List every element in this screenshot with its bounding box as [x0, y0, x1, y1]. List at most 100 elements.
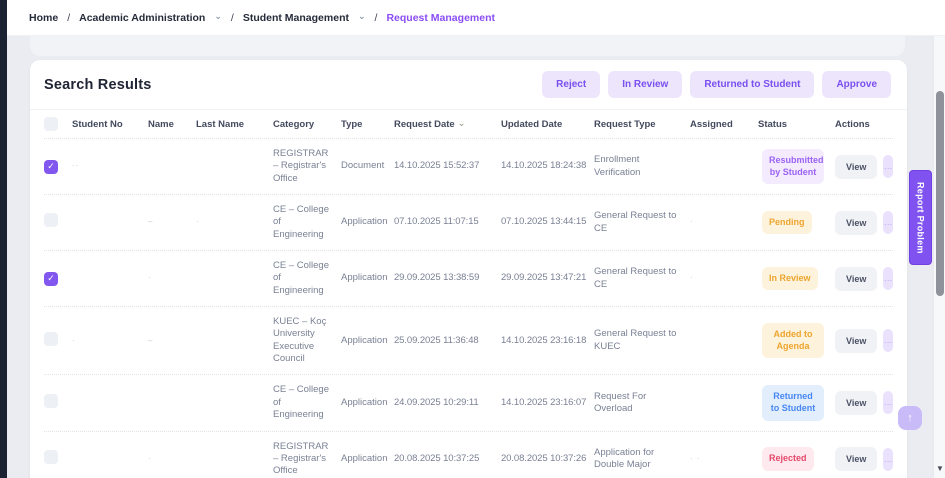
col-name[interactable]: Name: [148, 119, 196, 130]
status-badge: Pending: [762, 211, 812, 235]
cell-category: REGISTRAR – Registrar's Office: [273, 441, 341, 478]
breadcrumb-separator: /: [67, 12, 70, 24]
more-actions-button[interactable]: …: [883, 155, 893, 178]
col-type[interactable]: Type: [341, 119, 394, 130]
more-actions-button[interactable]: …: [883, 267, 893, 290]
card-header: Search Results RejectIn ReviewReturned t…: [30, 60, 907, 110]
cell-category: CE – College of Engineering: [273, 204, 341, 241]
cell-type: Application: [341, 397, 394, 409]
scrollbar-down-arrow[interactable]: ▼: [934, 464, 945, 473]
cell-updated-date: 14.10.2025 23:16:07: [501, 397, 594, 409]
row-checkbox[interactable]: [44, 332, 58, 346]
cell-actions: View …: [835, 447, 893, 471]
cell-assigned: ·: [690, 273, 758, 283]
cell-updated-date: 07.10.2025 13:44:15: [501, 216, 594, 228]
col-label: Request Type: [594, 119, 656, 130]
breadcrumb-bar: Home / Academic Administration ⌄ / Student Ma…: [7, 0, 945, 36]
cell-last-name: ·: [196, 217, 273, 227]
table-row: – · CE – College of Engineering Applicat…: [44, 194, 893, 250]
in-review-button[interactable]: In Review: [608, 71, 682, 98]
more-actions-button[interactable]: …: [883, 211, 893, 234]
cell-status: Resubmitted by Student: [758, 149, 835, 184]
cell-name: ·: [148, 454, 196, 464]
cell-type: Application: [341, 216, 394, 228]
row-checkbox[interactable]: [44, 394, 58, 408]
cell-student-no: ··: [72, 161, 148, 171]
view-button[interactable]: View: [835, 447, 877, 471]
search-results-card: Search Results RejectIn ReviewReturned t…: [30, 60, 907, 478]
view-button[interactable]: View: [835, 391, 877, 415]
row-checkbox[interactable]: [44, 450, 58, 464]
breadcrumb-item-academic-administration[interactable]: Academic Administration: [79, 12, 205, 24]
breadcrumb-separator: /: [231, 12, 234, 24]
status-badge: In Review: [762, 267, 818, 291]
row-checkbox[interactable]: [44, 213, 58, 227]
cell-status: Added to Agenda: [758, 323, 835, 358]
col-updated-date[interactable]: Updated Date: [501, 119, 594, 130]
cell-updated-date: 14.10.2025 23:16:18: [501, 335, 594, 347]
more-actions-button[interactable]: …: [883, 329, 893, 352]
cell-actions: View …: [835, 155, 893, 179]
breadcrumb-item-request-management[interactable]: Request Management: [386, 12, 495, 24]
view-button[interactable]: View: [835, 155, 877, 179]
row-checkbox[interactable]: ✓: [44, 160, 58, 174]
cell-request-type: General Request to KUEC: [594, 328, 690, 353]
col-label: Type: [341, 119, 362, 130]
more-actions-button[interactable]: …: [883, 391, 893, 414]
breadcrumb-item-student-management[interactable]: Student Management: [243, 12, 349, 24]
sort-desc-icon[interactable]: ⌄: [458, 118, 466, 129]
cell-status: In Review: [758, 267, 835, 291]
col-label: Assigned: [690, 119, 733, 130]
cell-category: KUEC – Koç University Executive Council: [273, 316, 341, 365]
select-all-checkbox[interactable]: [44, 117, 58, 131]
col-request-type[interactable]: Request Type: [594, 119, 690, 130]
col-label: Name: [148, 119, 174, 130]
table-row: ✓ ·· REGISTRAR – Registrar's Office Docu…: [44, 138, 893, 194]
view-button[interactable]: View: [835, 329, 877, 353]
col-assigned[interactable]: Assigned: [690, 119, 758, 130]
more-actions-button[interactable]: …: [883, 448, 893, 471]
table-body: ✓ ·· REGISTRAR – Registrar's Office Docu…: [44, 138, 893, 478]
cell-status: Pending: [758, 211, 835, 235]
view-button[interactable]: View: [835, 211, 877, 235]
cell-request-type: Application for Double Major: [594, 447, 690, 472]
scroll-to-top-button[interactable]: ↑: [898, 406, 922, 430]
col-last-name[interactable]: Last Name: [196, 119, 273, 130]
col-student-no[interactable]: Student No: [72, 119, 148, 130]
cell-request-type: General Request to CE: [594, 210, 690, 235]
status-badge: Rejected: [762, 447, 814, 471]
scrollbar-thumb[interactable]: [936, 91, 944, 296]
cell-request-date: 24.09.2025 10:29:11: [394, 397, 501, 409]
returned-to-student-button[interactable]: Returned to Student: [690, 71, 814, 98]
cell-actions: View …: [835, 391, 893, 415]
cell-type: Application: [341, 453, 394, 465]
chevron-down-icon[interactable]: ⌄: [358, 11, 366, 22]
cell-type: Application: [341, 335, 394, 347]
breadcrumb: Home / Academic Administration ⌄ / Student Ma…: [29, 12, 495, 24]
cell-name: ·: [148, 273, 196, 283]
breadcrumb-item-home[interactable]: Home: [29, 12, 58, 24]
col-request-date[interactable]: Request Date⌄: [394, 119, 501, 130]
cell-category: CE – College of Engineering: [273, 384, 341, 421]
cell-request-type: Enrollment Verification: [594, 154, 690, 179]
col-actions: Actions: [835, 119, 893, 130]
table-row: · – KUEC – Koç University Executive Coun…: [44, 306, 893, 374]
view-button[interactable]: View: [835, 267, 877, 291]
vertical-scrollbar[interactable]: ▼: [933, 36, 945, 478]
table-row: CE – College of Engineering Application …: [44, 374, 893, 430]
cell-actions: View …: [835, 329, 893, 353]
table-row: · REGISTRAR – Registrar's Office Applica…: [44, 431, 893, 478]
chevron-down-icon[interactable]: ⌄: [214, 11, 222, 22]
col-status[interactable]: Status: [758, 119, 835, 130]
status-badge: Added to Agenda: [762, 323, 824, 358]
cell-name: –: [148, 217, 196, 227]
report-problem-tab[interactable]: Report Problem: [909, 170, 932, 265]
approve-button[interactable]: Approve: [822, 71, 891, 98]
row-checkbox[interactable]: ✓: [44, 272, 58, 286]
reject-button[interactable]: Reject: [542, 71, 600, 98]
col-label: Last Name: [196, 119, 244, 130]
col-category[interactable]: Category: [273, 119, 341, 130]
panel-actions: Reject In Review Returned to Student Approv…: [542, 71, 891, 98]
col-label: Actions: [835, 119, 870, 130]
col-label: Updated Date: [501, 119, 562, 130]
